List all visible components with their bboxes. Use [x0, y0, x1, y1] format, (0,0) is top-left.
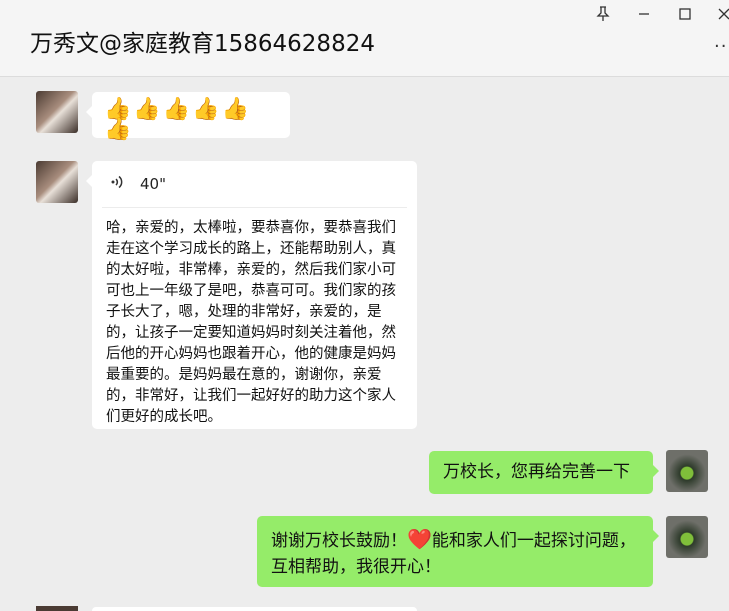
more-icon[interactable]: ··: [714, 36, 727, 57]
message-bubble-outgoing[interactable]: 谢谢万校长鼓励！❤️能和家人们一起探讨问题，互相帮助，我很开心！: [257, 516, 659, 587]
maximize-icon[interactable]: [678, 6, 692, 26]
chat-header: 万秀文@家庭教育15864628824 ··: [0, 0, 729, 77]
my-avatar[interactable]: [666, 516, 708, 558]
my-avatar[interactable]: [666, 450, 708, 492]
voice-duration: 40": [140, 175, 166, 193]
minimize-icon[interactable]: [637, 3, 651, 23]
contact-avatar[interactable]: [36, 161, 78, 203]
voice-message[interactable]: 40": [102, 161, 407, 208]
message-bubble-outgoing[interactable]: 万校长，您再给完善一下: [429, 451, 659, 494]
pin-icon[interactable]: [596, 6, 610, 26]
heart-emoji-icon: ❤️: [407, 527, 432, 551]
message-bubble-partial: [92, 607, 417, 611]
chat-title: 万秀文@家庭教育15864628824: [30, 31, 375, 57]
voice-wave-icon: [110, 174, 126, 195]
message-text: 万校长，您再给完善一下: [443, 462, 630, 482]
message-bubble-emoji[interactable]: 👍👍👍👍👍👍: [86, 92, 290, 141]
thumbs-up-emoji-row: 👍👍👍👍👍👍: [104, 97, 251, 142]
contact-avatar-partial: [36, 606, 78, 611]
contact-avatar[interactable]: [36, 91, 78, 133]
voice-transcript: 哈，亲爱的，太棒啦，要恭喜你，要恭喜我们走在这个学习成长的路上，还能帮助别人，真…: [106, 220, 396, 425]
close-icon[interactable]: [718, 6, 729, 26]
message-text: 谢谢万校长鼓励！❤️能和家人们一起探讨问题，互相帮助，我很开心！: [271, 527, 636, 577]
message-bubble-voice[interactable]: 40" 哈，亲爱的，太棒啦，要恭喜你，要恭喜我们走在这个学习成长的路上，还能帮助…: [86, 161, 417, 429]
